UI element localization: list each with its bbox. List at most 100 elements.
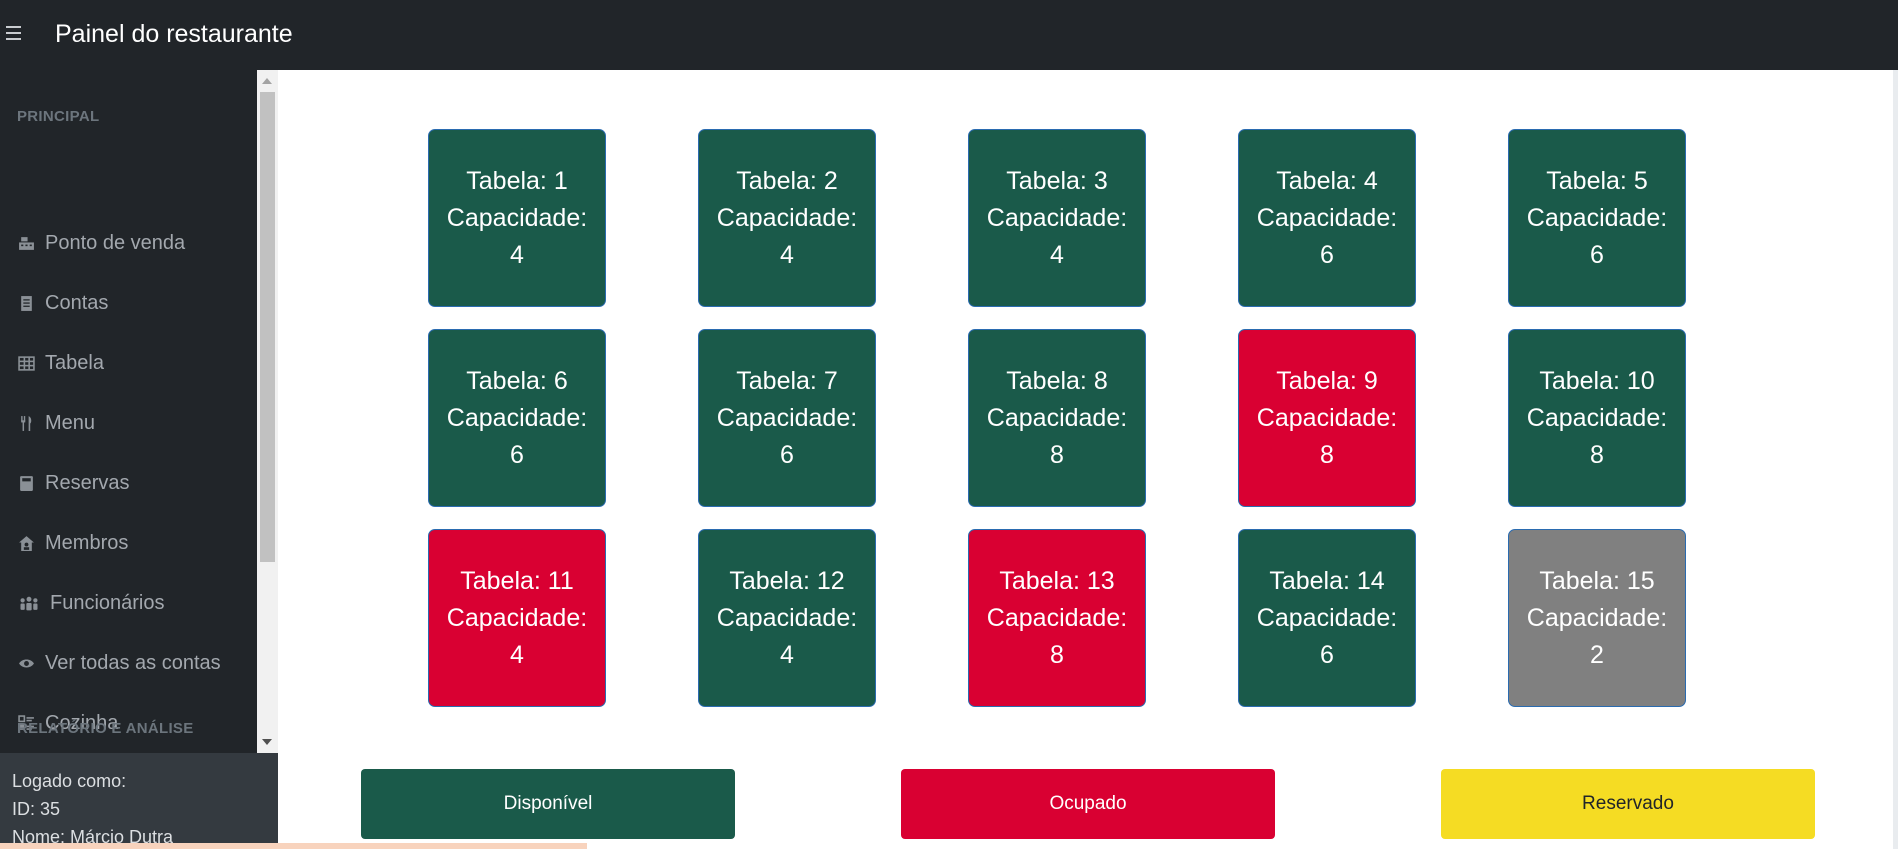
capacity-label: Capacidade: — [986, 403, 1128, 432]
table-card[interactable]: Tabela: 10 Capacidade: 8 — [1508, 329, 1686, 507]
table-label: Tabela: 15 — [1539, 566, 1655, 595]
sidebar-item-membros[interactable]: Membros — [17, 523, 247, 563]
capacity-value: 4 — [1050, 240, 1064, 269]
table-label: Tabela: 8 — [1006, 366, 1108, 395]
legend-occupied-button[interactable]: Ocupado — [901, 769, 1275, 839]
sidebar-item-tabela[interactable]: Tabela — [17, 343, 247, 383]
capacity-label: Capacidade: — [1526, 603, 1668, 632]
capacity-value: 6 — [1590, 240, 1604, 269]
table-card[interactable]: Tabela: 5 Capacidade: 6 — [1508, 129, 1686, 307]
page-scrollbar-edge — [1893, 70, 1898, 849]
table-label: Tabela: 12 — [729, 566, 845, 595]
table-label: Tabela: 11 — [460, 566, 574, 595]
sidebar-item-ver-todas-as-contas[interactable]: Ver todas as contas — [17, 643, 247, 683]
table-label: Tabela: 14 — [1269, 566, 1385, 595]
sidebar-item-contas[interactable]: Contas — [17, 283, 247, 323]
sidebar-item-menu[interactable]: Menu — [17, 403, 247, 443]
table-card[interactable]: Tabela: 7 Capacidade: 6 — [698, 329, 876, 507]
capacity-value: 8 — [1050, 640, 1064, 669]
table-card[interactable]: Tabela: 11 Capacidade: 4 — [428, 529, 606, 707]
table-card[interactable]: Tabela: 9 Capacidade: 8 — [1238, 329, 1416, 507]
capacity-value: 4 — [780, 240, 794, 269]
capacity-label: Capacidade: — [1256, 203, 1398, 232]
table-label: Tabela: 10 — [1539, 366, 1655, 395]
capacity-label: Capacidade: — [1526, 403, 1668, 432]
table-label: Tabela: 9 — [1276, 366, 1378, 395]
capacity-label: Capacidade: — [986, 603, 1128, 632]
table-card[interactable]: Tabela: 6 Capacidade: 6 — [428, 329, 606, 507]
capacity-value: 6 — [510, 440, 524, 469]
table-card[interactable]: Tabela: 14 Capacidade: 6 — [1238, 529, 1416, 707]
menu-toggle-icon[interactable] — [6, 22, 28, 44]
utensils-icon — [17, 414, 35, 432]
table-label: Tabela: 2 — [736, 166, 838, 195]
table-label: Tabela: 5 — [1546, 166, 1648, 195]
table-grid-icon — [17, 354, 35, 372]
sidebar-scrollbar[interactable] — [257, 70, 278, 753]
table-card[interactable]: Tabela: 2 Capacidade: 4 — [698, 129, 876, 307]
capacity-value: 4 — [510, 240, 524, 269]
table-card[interactable]: Tabela: 1 Capacidade: 4 — [428, 129, 606, 307]
table-label: Tabela: 3 — [1006, 166, 1108, 195]
sidebar-item-label: Funcionários — [50, 591, 165, 614]
book-icon — [17, 474, 35, 492]
table-card[interactable]: Tabela: 3 Capacidade: 4 — [968, 129, 1146, 307]
sidebar-item-label: Contas — [45, 291, 109, 314]
logged-as-label: Logado como: — [12, 771, 127, 791]
table-label: Tabela: 13 — [999, 566, 1115, 595]
legend-available-button[interactable]: Disponível — [361, 769, 735, 839]
table-card[interactable]: Tabela: 15 Capacidade: 2 — [1508, 529, 1686, 707]
capacity-label: Capacidade: — [716, 203, 858, 232]
sidebar-item-label: Reservas — [45, 471, 130, 494]
sidebar-heading-relatorio: RELATÓRIO E ANÁLISE — [17, 720, 194, 737]
capacity-label: Capacidade: — [716, 403, 858, 432]
capacity-label: Capacidade: — [446, 603, 588, 632]
sidebar-item-reservas[interactable]: Reservas — [17, 463, 247, 503]
receipt-icon — [17, 294, 35, 312]
sidebar: PRINCIPAL Ponto de venda Contas Tabela M… — [0, 70, 257, 753]
capacity-value: 8 — [1590, 440, 1604, 469]
capacity-value: 8 — [1050, 440, 1064, 469]
eye-icon — [17, 654, 35, 672]
capacity-label: Capacidade: — [1256, 403, 1398, 432]
capacity-value: 4 — [780, 640, 794, 669]
capacity-label: Capacidade: — [446, 203, 588, 232]
table-label: Tabela: 6 — [466, 366, 568, 395]
sidebar-footer: Logado como: ID: 35 Nome: Márcio Dutra — [0, 753, 278, 849]
table-card[interactable]: Tabela: 8 Capacidade: 8 — [968, 329, 1146, 507]
sidebar-item-label: Tabela — [45, 351, 104, 374]
capacity-value: 6 — [1320, 640, 1334, 669]
scroll-down-arrow-icon[interactable] — [262, 739, 272, 745]
capacity-label: Capacidade: — [986, 203, 1128, 232]
capacity-value: 6 — [1320, 240, 1334, 269]
table-card[interactable]: Tabela: 4 Capacidade: 6 — [1238, 129, 1416, 307]
sidebar-item-label: Membros — [45, 531, 129, 554]
capacity-value: 8 — [1320, 440, 1334, 469]
legend-reserved-button[interactable]: Reservado — [1441, 769, 1815, 839]
table-card[interactable]: Tabela: 13 Capacidade: 8 — [968, 529, 1146, 707]
table-label: Tabela: 1 — [466, 166, 568, 195]
user-id: ID: 35 — [12, 799, 61, 819]
sidebar-item-label: Menu — [45, 411, 96, 434]
page-title: Painel do restaurante — [55, 20, 293, 48]
scrollbar-thumb[interactable] — [260, 92, 275, 562]
bottom-strip — [0, 843, 587, 849]
table-card[interactable]: Tabela: 12 Capacidade: 4 — [698, 529, 876, 707]
table-label: Tabela: 7 — [736, 366, 838, 395]
table-label: Tabela: 4 — [1276, 166, 1378, 195]
cash-register-icon — [17, 234, 35, 252]
capacity-label: Capacidade: — [1256, 603, 1398, 632]
capacity-label: Capacidade: — [1526, 203, 1668, 232]
sidebar-item-ponto-de-venda[interactable]: Ponto de venda — [17, 223, 247, 263]
sidebar-item-label: Ponto de venda — [45, 231, 186, 254]
capacity-label: Capacidade: — [716, 603, 858, 632]
capacity-value: 2 — [1590, 640, 1604, 669]
capacity-value: 4 — [510, 640, 524, 669]
sidebar-item-label: Ver todas as contas — [45, 651, 221, 674]
sidebar-item-funcionarios[interactable]: Funcionários — [17, 583, 247, 623]
people-group-icon — [17, 594, 40, 612]
sidebar-heading-principal: PRINCIPAL — [17, 108, 100, 125]
house-user-icon — [17, 534, 35, 552]
capacity-label: Capacidade: — [446, 403, 588, 432]
scroll-up-arrow-icon[interactable] — [262, 78, 272, 84]
